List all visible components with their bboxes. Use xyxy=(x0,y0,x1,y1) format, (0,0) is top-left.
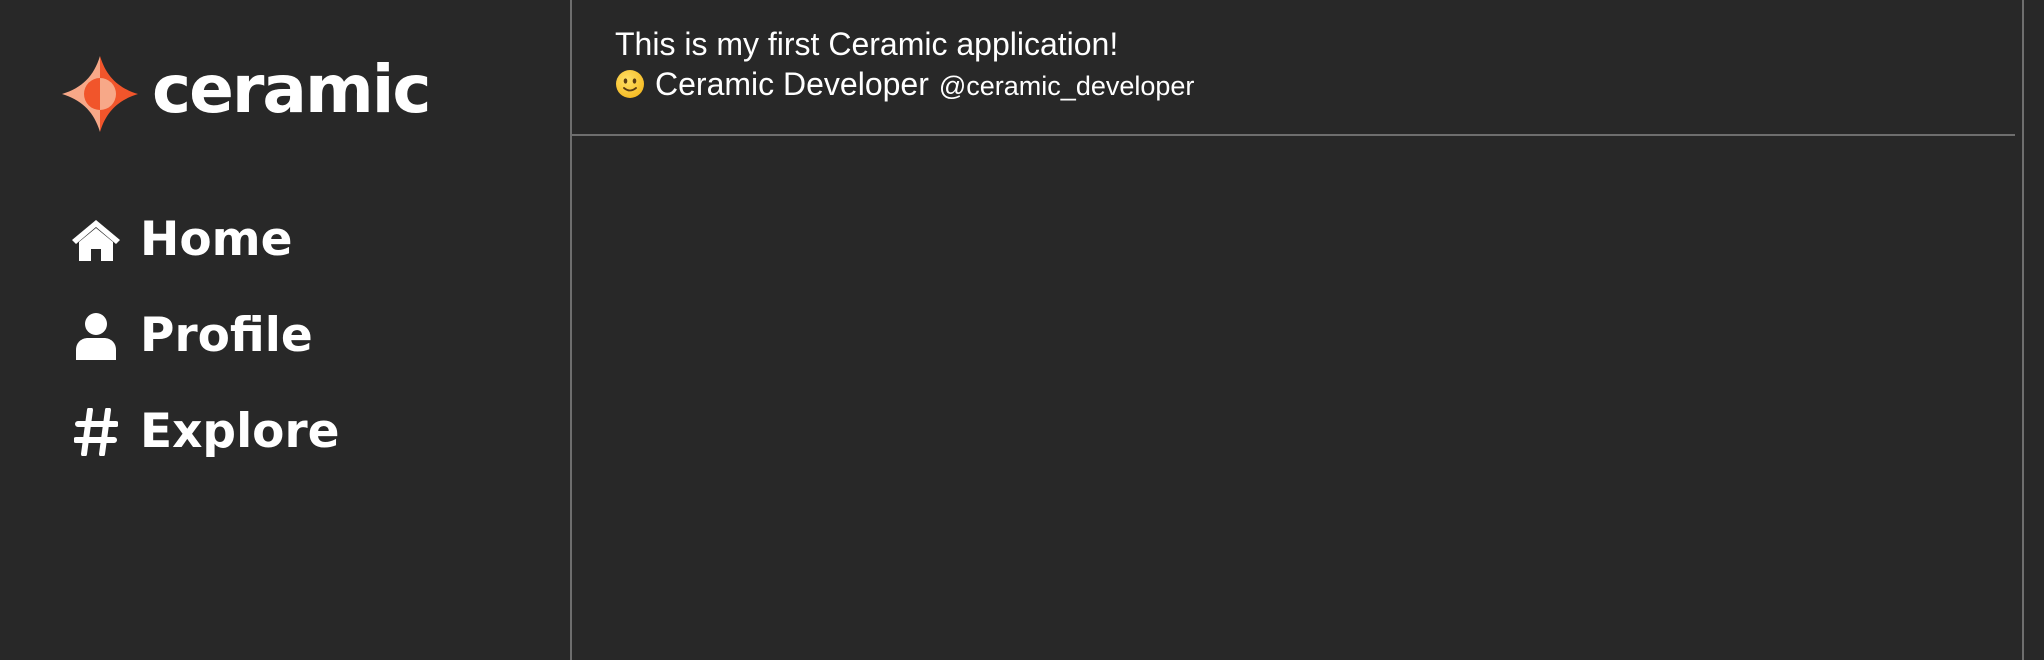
sidebar-nav: Home Profile Explore xyxy=(70,205,340,493)
ceramic-logo[interactable]: ceramic xyxy=(60,51,431,134)
user-icon xyxy=(70,310,122,362)
author-handle[interactable]: @ceramic_developer xyxy=(939,66,1195,106)
post-author[interactable]: Ceramic Developer @ceramic_developer xyxy=(615,64,1194,104)
slightly-smiling-face-emoji-icon xyxy=(616,70,644,98)
sidebar-item-home[interactable]: Home xyxy=(70,205,340,275)
author-name: Ceramic Developer xyxy=(655,66,929,102)
feed-post[interactable]: This is my first Ceramic application! Ce… xyxy=(572,0,2015,136)
sidebar-item-label: Explore xyxy=(140,404,340,459)
sidebar: ceramic Home Profile Explore xyxy=(0,0,572,660)
sidebar-item-explore[interactable]: Explore xyxy=(70,397,340,467)
home-icon xyxy=(70,214,122,266)
hashtag-icon xyxy=(70,406,122,458)
sidebar-item-label: Profile xyxy=(140,308,313,363)
feed: This is my first Ceramic application! Ce… xyxy=(572,0,2024,660)
sidebar-item-label: Home xyxy=(140,212,293,267)
sidebar-item-profile[interactable]: Profile xyxy=(70,301,340,371)
app-window: ceramic Home Profile Explore This is my … xyxy=(0,0,2044,660)
ceramic-logo-icon xyxy=(62,56,138,132)
ceramic-wordmark: ceramic xyxy=(152,51,431,128)
post-text: This is my first Ceramic application! xyxy=(615,26,1119,62)
